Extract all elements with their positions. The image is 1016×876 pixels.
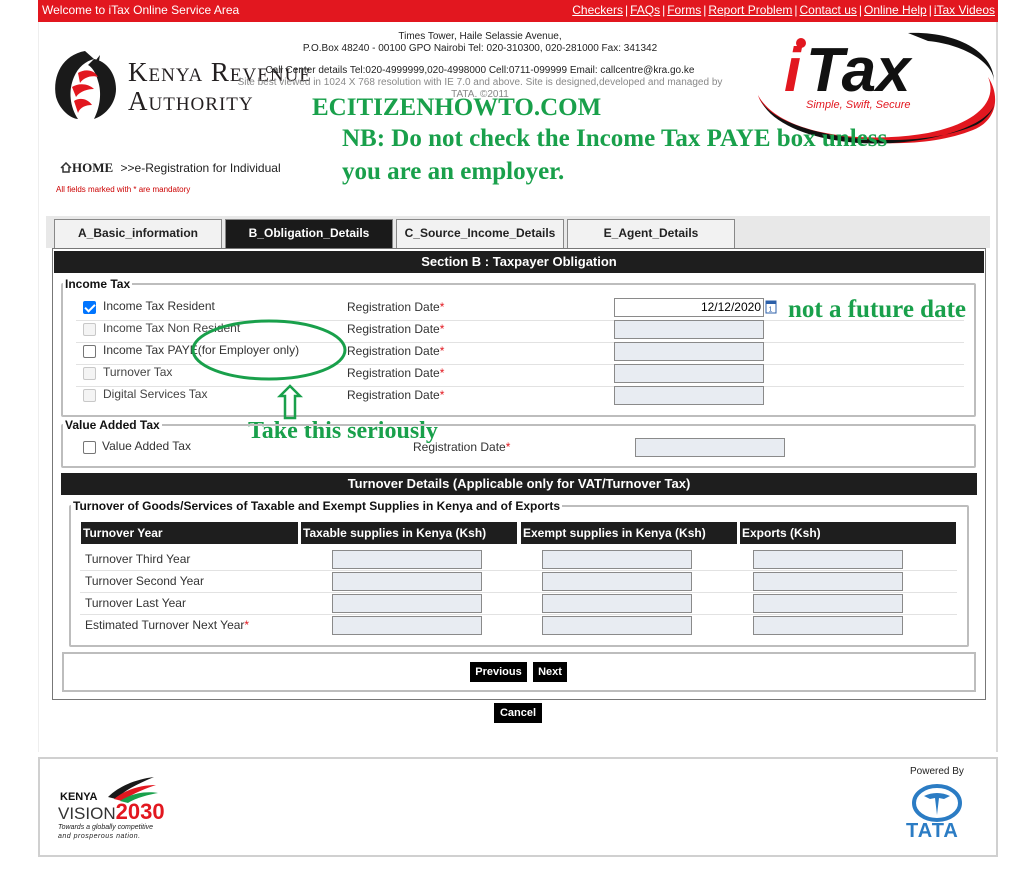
exempt-third-year-input[interactable] [542,550,692,569]
vat-group: Value Added Tax [61,418,976,468]
kra-lion-logo-icon [55,51,116,119]
registration-date-label: Registration Date* [347,388,445,402]
exempt-last-year-input[interactable] [542,594,692,613]
next-button[interactable]: Next [533,662,567,682]
vision-2030-logo: KENYA VISION2030 Towards a globally comp… [58,775,178,845]
col-exports: Exports (Ksh) [740,522,956,544]
taxable-next-year-input[interactable] [332,616,482,635]
vat-checkbox[interactable] [83,441,96,454]
vat-label: Value Added Tax [102,439,191,453]
turnover-row-label: Turnover Third Year [85,552,191,566]
income-tax-paye-date-input[interactable] [614,342,764,361]
turnover-row-label: Estimated Turnover Next Year* [85,618,250,632]
registration-date-label: Registration Date* [347,300,445,314]
taxable-second-year-input[interactable] [332,572,482,591]
registration-date-label: Registration Date* [347,344,445,358]
svg-text:1: 1 [769,307,773,314]
turnover-title: Turnover Details (Applicable only for VA… [61,473,977,495]
tab-source-income-details[interactable]: C_Source_Income_Details [396,219,564,248]
vat-registration-date-label: Registration Date* [413,440,511,454]
exempt-second-year-input[interactable] [542,572,692,591]
powered-by-label: Powered By [910,766,964,777]
note-future-date: not a future date [788,296,967,323]
vat-date-input[interactable] [635,438,785,457]
col-turnover-year: Turnover Year [81,522,298,544]
cancel-button[interactable]: Cancel [494,703,542,723]
exports-next-year-input[interactable] [753,616,903,635]
calendar-icon[interactable]: 1 [765,299,777,314]
income-tax-non-resident-date-input[interactable] [614,320,764,339]
link-itax-videos[interactable]: iTax Videos [934,3,995,17]
income-tax-non-resident-checkbox[interactable] [83,323,96,336]
breadcrumb-path: >>e-Registration for Individual [120,161,281,175]
link-report-problem[interactable]: Report Problem [708,3,792,17]
welcome-text: Welcome to iTax Online Service Area [42,3,240,17]
footer-contact: Times Tower, Haile Selassie Avenue, P.O.… [230,31,730,101]
income-tax-resident-label: Income Tax Resident [103,299,215,313]
registration-date-label: Registration Date* [347,322,445,336]
tab-obligation-details[interactable]: B_Obligation_Details [225,219,393,248]
link-online-help[interactable]: Online Help [864,3,927,17]
footer-address-2: P.O.Box 48240 - 00100 GPO Nairobi Tel: 0… [302,43,658,54]
breadcrumb-home[interactable]: HOME [72,160,113,175]
page: Welcome to iTax Online Service Area Chec… [0,0,1016,876]
col-exempt-supplies: Exempt supplies in Kenya (Ksh) [521,522,737,544]
income-tax-legend: Income Tax [65,277,131,291]
breadcrumb: HOME >>e-Registration for Individual [60,160,281,176]
link-contact-us[interactable]: Contact us [800,3,857,17]
mandatory-note: All fields marked with * are mandatory [56,185,191,194]
turnover-legend: Turnover of Goods/Services of Taxable an… [73,499,560,513]
turnover-row-label: Turnover Last Year [85,596,186,610]
note-nb: NB: Do not check the Income Tax PAYE box… [342,125,888,185]
tab-agent-details[interactable]: E_Agent_Details [567,219,735,248]
turnover-tax-date-input[interactable] [614,364,764,383]
turnover-tax-checkbox[interactable] [83,367,96,380]
income-tax-resident-date-input[interactable]: 12/12/2020 [614,298,764,317]
vat-legend: Value Added Tax [65,418,160,432]
exports-second-year-input[interactable] [753,572,903,591]
section-b-title: Section B : Taxpayer Obligation [54,251,984,273]
annotation-ellipse-arrow-icon [191,319,347,420]
exports-last-year-input[interactable] [753,594,903,613]
home-icon[interactable] [60,161,72,173]
exports-third-year-input[interactable] [753,550,903,569]
exempt-next-year-input[interactable] [542,616,692,635]
footer-site-info: Site best viewed in 1024 X 768 resolutio… [237,77,723,100]
footer-address-1: Times Tower, Haile Selassie Avenue, [398,31,562,42]
link-faqs[interactable]: FAQs [630,3,660,17]
row-separator [80,592,957,593]
top-bar: Welcome to iTax Online Service Area Chec… [38,0,998,22]
digital-services-tax-checkbox[interactable] [83,389,96,402]
registration-date-label: Registration Date* [347,366,445,380]
digital-services-tax-date-input[interactable] [614,386,764,405]
vision-tag1: Towards a globally competitive [58,824,154,831]
row-separator [80,614,957,615]
footer [38,757,998,857]
top-links: Checkers | FAQs | Forms | Report Problem | Conta… [572,3,995,17]
svg-text:Tax: Tax [806,36,913,105]
col-taxable-supplies: Taxable supplies in Kenya (Ksh) [301,522,517,544]
income-tax-resident-checkbox[interactable] [83,301,96,314]
income-tax-paye-checkbox[interactable] [83,345,96,358]
itax-tagline: Simple, Swift, Secure [806,99,911,111]
vision-wordmark: VISION2030 [58,799,165,824]
previous-button[interactable]: Previous [470,662,527,682]
footer-call-center: Call Center details Tel:020-4999999,020-… [265,65,695,76]
vision-tag2: and prosperous nation. [58,833,141,840]
turnover-row-label: Turnover Second Year [85,574,204,588]
tab-basic-information[interactable]: A_Basic_information [54,219,222,248]
taxable-last-year-input[interactable] [332,594,482,613]
taxable-third-year-input[interactable] [332,550,482,569]
link-forms[interactable]: Forms [667,3,701,17]
row-separator [80,570,957,571]
turnover-tax-label: Turnover Tax [103,365,173,379]
link-checkers[interactable]: Checkers [572,3,623,17]
tata-wordmark: TATA [906,820,959,842]
